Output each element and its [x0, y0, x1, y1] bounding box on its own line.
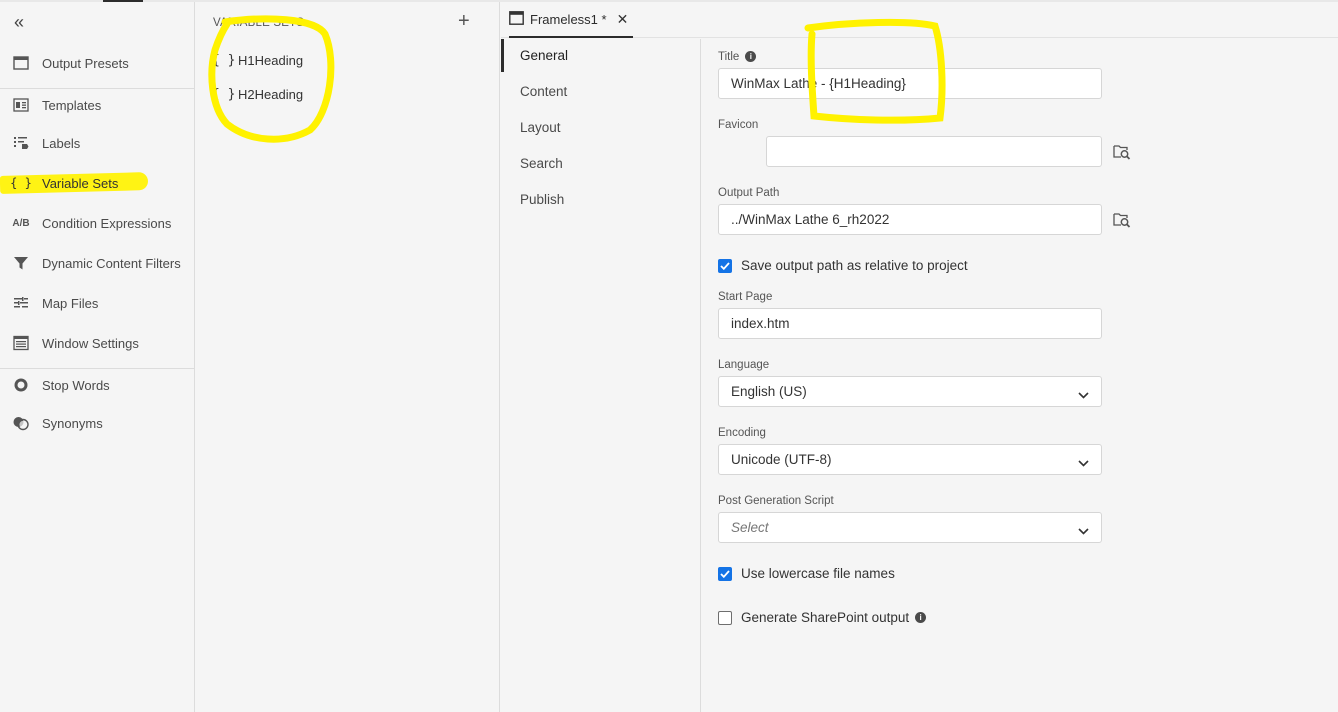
panel-title: VARIABLE SETS: [213, 17, 305, 29]
title-label-text: Title: [718, 51, 740, 63]
variable-set-label: H2Heading: [238, 86, 304, 102]
filter-icon: [0, 255, 42, 271]
subnav-content[interactable]: Content: [520, 84, 567, 99]
output-presets-icon: [0, 55, 42, 71]
encoding-label: Encoding: [718, 427, 766, 439]
checkbox-checked-icon: [718, 258, 732, 273]
nav-item-label: Labels: [42, 135, 81, 151]
sharepoint-checkbox[interactable]: Generate SharePoint output i: [718, 610, 927, 625]
browse-output-path-icon[interactable]: [1113, 211, 1133, 231]
variable-sets-panel: VARIABLE SETS + { } H1Heading { } H2Head…: [196, 2, 500, 712]
chevron-down-icon: [1078, 455, 1089, 470]
app-window: « Output Presets Templates Labels { } Va…: [0, 0, 1338, 712]
favicon-label: Favicon: [718, 119, 759, 131]
lowercase-label: Use lowercase file names: [741, 566, 895, 581]
editor-panel: Frameless1 * ✕ General Content Layout Se…: [501, 2, 1338, 712]
variable-set-icon: { }: [212, 52, 236, 68]
add-variable-set-button[interactable]: +: [458, 11, 470, 31]
lowercase-checkbox[interactable]: Use lowercase file names: [718, 566, 895, 581]
labels-icon: [0, 135, 42, 151]
post-script-select[interactable]: Select: [718, 512, 1102, 543]
active-indicator: [501, 39, 504, 72]
subnav-general[interactable]: General: [520, 48, 568, 63]
nav-item-label: Templates: [42, 97, 102, 113]
nav-item-synonyms[interactable]: Synonyms: [0, 405, 194, 441]
chevron-down-icon: [1078, 523, 1089, 538]
variable-set-label: H1Heading: [238, 52, 304, 68]
language-label: Language: [718, 359, 770, 371]
nav-item-condition-expressions[interactable]: A/B Condition Expressions: [0, 205, 194, 241]
start-page-label: Start Page: [718, 291, 773, 303]
nav-item-label: Output Presets: [42, 55, 129, 71]
encoding-select[interactable]: Unicode (UTF-8): [718, 444, 1102, 475]
left-nav: « Output Presets Templates Labels { } Va…: [0, 2, 195, 712]
variable-sets-icon: { }: [10, 176, 32, 190]
post-script-placeholder: Select: [731, 520, 769, 535]
favicon-input[interactable]: [766, 136, 1102, 167]
general-settings-form: Title i WinMax Lathe - {H1Heading} Favico…: [702, 39, 1338, 712]
nav-item-map-files[interactable]: Map Files: [0, 285, 194, 321]
language-select[interactable]: English (US): [718, 376, 1102, 407]
document-tab[interactable]: Frameless1 * ✕: [509, 2, 633, 38]
preset-subnav: General Content Layout Search Publish: [501, 39, 701, 712]
save-relative-checkbox[interactable]: Save output path as relative to project: [718, 258, 968, 273]
variable-set-item-h1heading[interactable]: { } H1Heading: [212, 47, 303, 73]
templates-icon: [0, 98, 42, 112]
nav-item-stop-words[interactable]: Stop Words: [0, 367, 194, 403]
nav-item-label: Dynamic Content Filters: [42, 255, 181, 271]
ab-icon: A/B: [12, 217, 30, 229]
document-tab-name: Frameless1 *: [530, 11, 607, 27]
map-files-icon: [0, 296, 42, 310]
info-icon[interactable]: i: [745, 51, 757, 63]
nav-item-labels[interactable]: Labels: [0, 125, 194, 161]
output-path-input[interactable]: ../WinMax Lathe 6_rh2022: [718, 204, 1102, 235]
browse-favicon-icon[interactable]: [1113, 143, 1133, 163]
title-label: Title i: [718, 51, 757, 63]
nav-item-output-presets[interactable]: Output Presets: [0, 45, 194, 81]
nav-item-templates[interactable]: Templates: [0, 87, 194, 123]
nav-item-label: Variable Sets: [42, 175, 119, 191]
close-tab-button[interactable]: ✕: [617, 11, 629, 28]
title-input[interactable]: WinMax Lathe - {H1Heading}: [718, 68, 1102, 99]
checkbox-unchecked-icon: [718, 610, 732, 625]
variable-set-item-h2heading[interactable]: { } H2Heading: [212, 81, 303, 107]
nav-item-label: Map Files: [42, 295, 99, 311]
nav-item-label: Synonyms: [42, 415, 103, 431]
nav-item-label: Window Settings: [42, 335, 139, 351]
nav-item-window-settings[interactable]: Window Settings: [0, 325, 194, 361]
output-path-label: Output Path: [718, 187, 780, 199]
window-settings-icon: [0, 335, 42, 351]
chevron-down-icon: [1078, 387, 1089, 402]
stop-words-icon: [0, 377, 42, 393]
subnav-layout[interactable]: Layout: [520, 120, 561, 135]
save-relative-label: Save output path as relative to project: [741, 258, 968, 273]
nav-item-label: Stop Words: [42, 377, 110, 393]
subnav-search[interactable]: Search: [520, 156, 563, 171]
window-icon: [509, 10, 524, 28]
synonyms-icon: [0, 415, 42, 431]
sharepoint-label: Generate SharePoint output: [741, 610, 910, 625]
nav-item-variable-sets[interactable]: { } Variable Sets: [0, 165, 194, 201]
nav-item-label: Condition Expressions: [42, 215, 172, 231]
nav-item-dynamic-content-filters[interactable]: Dynamic Content Filters: [0, 245, 194, 281]
post-script-label: Post Generation Script: [718, 495, 834, 507]
document-tab-bar: Frameless1 * ✕: [501, 2, 1338, 38]
collapse-nav-button[interactable]: «: [14, 12, 34, 32]
encoding-value: Unicode (UTF-8): [731, 452, 832, 467]
variable-set-icon: { }: [212, 86, 236, 102]
language-value: English (US): [731, 384, 807, 399]
subnav-publish[interactable]: Publish: [520, 192, 564, 207]
info-icon[interactable]: i: [915, 612, 927, 623]
start-page-input[interactable]: index.htm: [718, 308, 1102, 339]
checkbox-checked-icon: [718, 566, 732, 581]
